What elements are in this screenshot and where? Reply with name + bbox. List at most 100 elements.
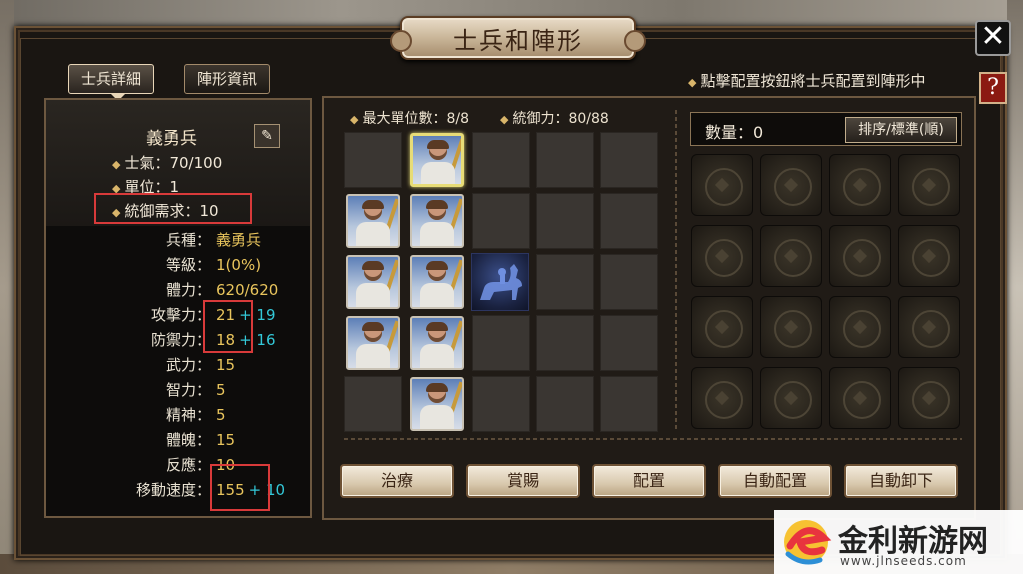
formation-cell[interactable] bbox=[472, 376, 530, 432]
formation-cell[interactable] bbox=[472, 315, 530, 371]
quantity-bar: 數量：0 排序/標準(順) bbox=[690, 112, 962, 146]
stat-row: 移動速度： 155 + 10 bbox=[46, 478, 310, 503]
empty-soldier-slot[interactable] bbox=[898, 296, 960, 358]
empty-soldier-slot[interactable] bbox=[691, 296, 753, 358]
formation-cell[interactable] bbox=[472, 132, 530, 188]
empty-soldier-slot[interactable] bbox=[760, 225, 822, 287]
stat-label: 防禦力： bbox=[150, 331, 211, 349]
stat-row: 體力： 620/620 bbox=[46, 278, 310, 303]
stat-row: 武力： 15 bbox=[46, 353, 310, 378]
stat-row: 反應： 10 bbox=[46, 453, 310, 478]
highlight-box bbox=[210, 464, 270, 511]
formation-cell[interactable] bbox=[536, 132, 594, 188]
stat-label: 攻擊力： bbox=[150, 306, 211, 324]
stat-row: 智力： 5 bbox=[46, 378, 310, 403]
stat-label: 移動速度： bbox=[135, 481, 211, 499]
selected-soldier-portrait[interactable] bbox=[410, 133, 464, 187]
max-units-label: ◆ 最大單位數：8/8 bbox=[350, 111, 469, 127]
help-icon: ? bbox=[987, 75, 999, 100]
stat-value: 15 bbox=[216, 356, 236, 374]
formation-cell[interactable] bbox=[600, 132, 658, 188]
help-button[interactable]: ? bbox=[979, 72, 1007, 104]
watermark-url: www.jlnseeds.com bbox=[840, 554, 967, 568]
empty-soldier-slot[interactable] bbox=[898, 367, 960, 429]
empty-soldier-slot[interactable] bbox=[829, 154, 891, 216]
stat-row: 防禦力： 18 + 16 bbox=[46, 328, 310, 353]
highlight-box bbox=[94, 193, 252, 224]
close-icon: ✕ bbox=[980, 19, 1006, 54]
deploy-button[interactable]: 配置 bbox=[592, 464, 706, 498]
empty-soldier-slot[interactable] bbox=[898, 154, 960, 216]
tab-formation-info[interactable]: 陣形資訊 bbox=[184, 64, 271, 94]
empty-soldier-slot[interactable] bbox=[760, 154, 822, 216]
stat-value: 5 bbox=[216, 381, 226, 399]
soldier-portrait[interactable] bbox=[346, 316, 400, 370]
soldier-portrait[interactable] bbox=[410, 377, 464, 431]
reward-button[interactable]: 賞賜 bbox=[466, 464, 580, 498]
empty-soldier-slot[interactable] bbox=[898, 225, 960, 287]
soldier-portrait[interactable] bbox=[346, 255, 400, 309]
formation-cell[interactable] bbox=[536, 193, 594, 249]
watermark: 金利新游网 www.jlnseeds.com bbox=[774, 510, 1023, 574]
stat-value: 15 bbox=[216, 431, 236, 449]
stat-value: 1(0%) bbox=[216, 256, 262, 274]
empty-soldier-slot[interactable] bbox=[691, 225, 753, 287]
quantity-label: 數量：0 bbox=[705, 123, 764, 142]
stat-row: 等級： 1(0%) bbox=[46, 253, 310, 278]
soldier-portrait[interactable] bbox=[410, 194, 464, 248]
formation-cell[interactable] bbox=[536, 315, 594, 371]
formation-cell[interactable] bbox=[536, 376, 594, 432]
empty-soldier-slot[interactable] bbox=[691, 154, 753, 216]
stat-value: 5 bbox=[216, 406, 226, 424]
soldier-portrait[interactable] bbox=[410, 316, 464, 370]
command-label: ◆ 統御力：80/88 bbox=[500, 111, 609, 127]
formation-cell[interactable] bbox=[344, 132, 402, 188]
soldier-detail-panel: 義勇兵 ✎ ◆ 士氣：70/100 ◆ 單位：1 ◆ 統御需求：10 兵種： 義勇兵 等級… bbox=[44, 98, 312, 518]
empty-soldier-slot[interactable] bbox=[760, 367, 822, 429]
auto-remove-button[interactable]: 自動卸下 bbox=[844, 464, 958, 498]
highlight-box bbox=[203, 300, 253, 353]
stat-label: 反應： bbox=[165, 456, 211, 474]
stat-label: 等級： bbox=[165, 256, 211, 274]
tab-soldier-details[interactable]: 士兵詳細 bbox=[68, 64, 155, 101]
empty-soldier-slot[interactable] bbox=[829, 225, 891, 287]
auto-deploy-button[interactable]: 自動配置 bbox=[718, 464, 832, 498]
formation-cell[interactable] bbox=[600, 254, 658, 310]
stat-row: 攻擊力： 21 + 19 bbox=[46, 303, 310, 328]
watermark-logo-icon bbox=[784, 520, 832, 565]
instruction-text: ◆ 點擊配置按鈕將士兵配置到陣形中 bbox=[688, 72, 926, 90]
stat-label: 兵種： bbox=[165, 231, 211, 249]
empty-soldier-slot[interactable] bbox=[829, 296, 891, 358]
formation-cell[interactable] bbox=[600, 376, 658, 432]
formation-cell[interactable] bbox=[344, 376, 402, 432]
cavalry-unit-icon[interactable] bbox=[471, 253, 529, 311]
empty-soldier-slot[interactable] bbox=[760, 296, 822, 358]
diamond-icon: ◆ bbox=[688, 76, 697, 89]
empty-soldier-slot[interactable] bbox=[691, 367, 753, 429]
formation-cell[interactable] bbox=[472, 193, 530, 249]
morale-stat: ◆ 士氣：70/100 bbox=[112, 154, 223, 172]
stat-row: 精神： 5 bbox=[46, 403, 310, 428]
stat-row: 兵種： 義勇兵 bbox=[46, 228, 310, 253]
stat-value: 義勇兵 bbox=[216, 231, 262, 249]
formation-cell[interactable] bbox=[600, 315, 658, 371]
title-banner: 士兵和陣形 bbox=[390, 16, 646, 60]
formation-cell[interactable] bbox=[536, 254, 594, 310]
stat-label: 智力： bbox=[165, 381, 211, 399]
soldier-portrait[interactable] bbox=[410, 255, 464, 309]
window-title: 士兵和陣形 bbox=[453, 26, 583, 55]
sort-button[interactable]: 排序/標準(順) bbox=[845, 117, 957, 143]
heal-button[interactable]: 治療 bbox=[340, 464, 454, 498]
empty-soldier-slot[interactable] bbox=[829, 367, 891, 429]
stat-label: 武力： bbox=[165, 356, 211, 374]
pencil-icon[interactable]: ✎ bbox=[254, 124, 280, 148]
background-left bbox=[0, 0, 14, 574]
stat-row: 體魄： 15 bbox=[46, 428, 310, 453]
close-button[interactable]: ✕ bbox=[975, 20, 1011, 56]
stat-label: 體魄： bbox=[165, 431, 211, 449]
unit-name: 義勇兵 bbox=[146, 129, 197, 149]
stat-label: 精神： bbox=[165, 406, 211, 424]
soldier-portrait[interactable] bbox=[346, 194, 400, 248]
formation-cell[interactable] bbox=[600, 193, 658, 249]
background-right bbox=[1007, 0, 1023, 574]
